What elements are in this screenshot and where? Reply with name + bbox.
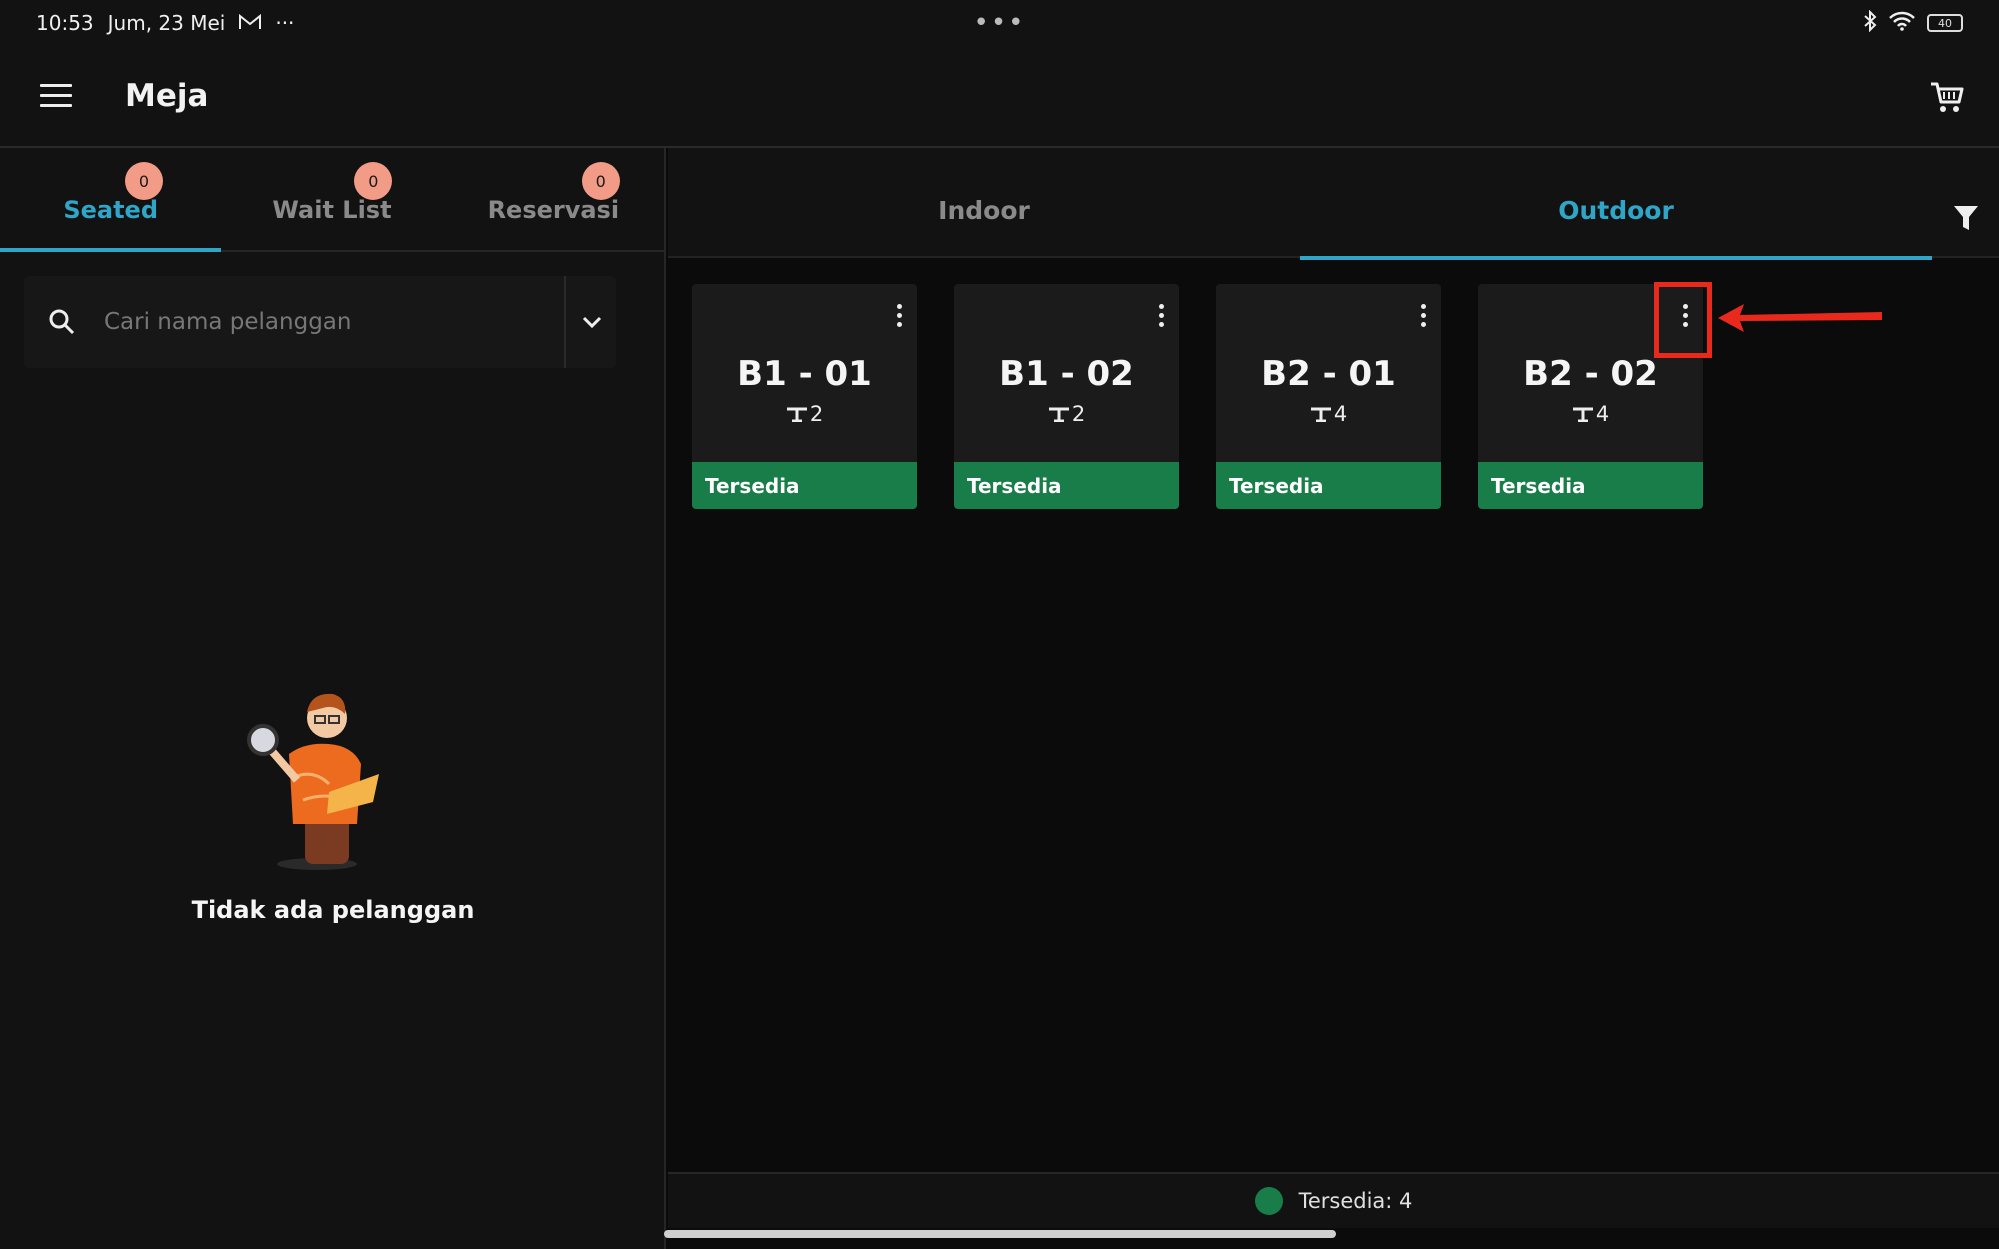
table-capacity-value: 2 [809, 402, 824, 426]
chevron-down-icon [582, 316, 602, 329]
table-status: Tersedia [1216, 462, 1441, 509]
tab-reservasi[interactable]: 0 Reservasi [443, 148, 664, 250]
table-capacity: 2 [954, 402, 1179, 426]
available-dot-icon [1254, 1187, 1283, 1215]
status-time: 10:53 [36, 11, 94, 35]
table-capacity: 2 [692, 402, 917, 426]
home-indicator[interactable] [664, 1230, 1336, 1238]
cart-icon[interactable] [1929, 80, 1965, 114]
menu-icon[interactable] [40, 84, 72, 108]
tab-outdoor[interactable]: Outdoor [1300, 148, 1932, 260]
table-capacity-value: 2 [1071, 402, 1086, 426]
table-status: Tersedia [954, 462, 1179, 509]
search-filter-dropdown[interactable] [568, 276, 616, 368]
annotation-highlight-box [1654, 282, 1712, 358]
status-bar: 10:53 Jum, 23 Mei ··· ••• 40 [0, 0, 1999, 46]
table-icon [1310, 407, 1331, 422]
table-status: Tersedia [1478, 462, 1703, 509]
reservasi-count-badge: 0 [581, 162, 620, 200]
table-icon [1048, 407, 1069, 422]
legend-available-count: Tersedia: 4 [1298, 1189, 1413, 1213]
status-overflow: ··· [275, 11, 295, 35]
table-icon [1572, 407, 1593, 422]
tab-indoor[interactable]: Indoor [668, 148, 1300, 258]
customer-search [24, 276, 616, 368]
bluetooth-icon [1863, 9, 1877, 37]
table-icon [786, 407, 807, 422]
table-capacity: 4 [1478, 402, 1703, 426]
page-title: Meja [125, 78, 209, 114]
table-more-options-icon[interactable] [1413, 298, 1433, 332]
table-more-options-icon[interactable] [889, 298, 909, 332]
annotation-arrow-icon [1718, 304, 1882, 332]
search-input[interactable] [104, 300, 544, 344]
tab-seated[interactable]: 0 Seated [0, 148, 222, 252]
tab-indoor-label: Indoor [938, 196, 1030, 225]
table-card[interactable]: B1 - 02 2 Tersedia [954, 284, 1179, 509]
customer-tabs: 0 Seated 0 Wait List 0 Reservasi [0, 148, 664, 252]
tab-wait-list-label: Wait List [272, 196, 392, 224]
gmail-icon [239, 11, 262, 35]
table-name: B2 - 01 [1261, 354, 1396, 394]
table-status: Tersedia [692, 462, 917, 509]
empty-state-message: Tidak ada pelanggan [191, 896, 475, 924]
tab-reservasi-label: Reservasi [487, 196, 620, 224]
table-name: B1 - 02 [999, 354, 1134, 394]
table-name: B1 - 01 [737, 354, 872, 394]
status-date: Jum, 23 Mei [107, 11, 226, 35]
battery-icon: 40 [1927, 14, 1963, 32]
table-more-options-icon[interactable] [1151, 298, 1171, 332]
area-tabs: Indoor Outdoor [668, 148, 1999, 260]
customer-panel: 0 Seated 0 Wait List 0 Reservasi Cari na… [0, 148, 666, 1249]
search-divider [564, 276, 566, 368]
tab-seated-label: Seated [63, 196, 158, 224]
seated-count-badge: 0 [125, 162, 163, 200]
app-bar: Meja [0, 46, 1999, 148]
wifi-icon [1889, 11, 1915, 36]
table-card[interactable]: B2 - 01 4 Tersedia [1216, 284, 1441, 509]
wait-list-count-badge: 0 [354, 162, 393, 200]
table-capacity: 4 [1216, 402, 1441, 426]
status-center-dots: ••• [973, 8, 1026, 38]
search-icon [48, 308, 76, 336]
table-capacity-value: 4 [1333, 402, 1348, 426]
status-legend: Tersedia: 4 [668, 1172, 1999, 1228]
empty-state-illustration [245, 684, 425, 1024]
tab-outdoor-label: Outdoor [1558, 196, 1674, 225]
filter-icon[interactable] [1953, 204, 1979, 232]
table-card[interactable]: B1 - 01 2 Tersedia [692, 284, 917, 509]
table-capacity-value: 4 [1595, 402, 1610, 426]
table-name: B2 - 02 [1523, 354, 1658, 394]
tab-wait-list[interactable]: 0 Wait List [221, 148, 442, 250]
